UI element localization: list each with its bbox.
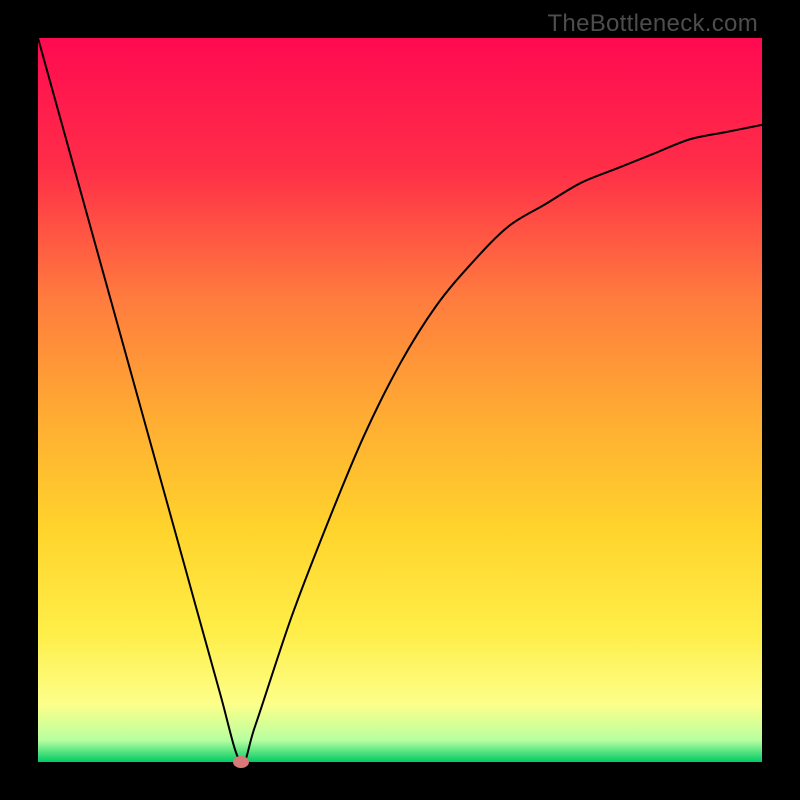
- bottleneck-curve: [38, 38, 762, 762]
- plot-area: [38, 38, 762, 762]
- chart-frame: TheBottleneck.com: [0, 0, 800, 800]
- minimum-marker: [233, 756, 249, 768]
- watermark-text: TheBottleneck.com: [547, 10, 758, 38]
